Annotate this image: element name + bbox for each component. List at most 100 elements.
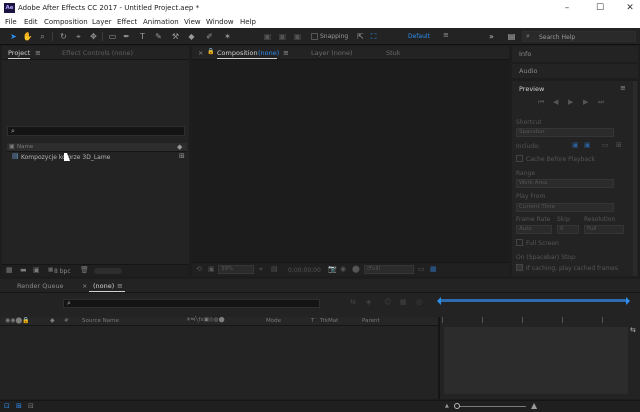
thumbnail-scroll[interactable] [94,268,122,274]
zoom-in-icon[interactable]: ▲ [531,402,537,410]
zoom-slider[interactable] [456,406,526,407]
menu-edit[interactable]: Edit [24,18,38,26]
range-dropdown[interactable]: Work Area [516,179,614,188]
frame-blending-icon[interactable]: ▦ [400,299,407,306]
grid-icon[interactable]: ▣ [208,266,215,273]
zoom-out-icon[interactable]: ▲ [445,404,449,409]
new-composition-icon[interactable]: ▣ [33,267,40,274]
include-overlays-icon[interactable]: ▭ [602,142,609,149]
play-from-dropdown[interactable]: Current Time [516,203,614,212]
snapshot-icon[interactable]: 📷 [328,266,337,273]
include-video-icon[interactable]: ▣ [572,142,579,149]
work-area-bar[interactable] [440,299,628,302]
mode-column[interactable]: Mode [266,318,281,324]
work-area-start[interactable] [437,297,441,305]
mask-visibility-icon[interactable]: ▤ [271,266,278,273]
tab-audio[interactable]: Audio [519,67,537,75]
tab-project[interactable]: Project [8,49,30,57]
close-button[interactable]: ✕ [620,1,640,15]
puppet-pin-tool-icon[interactable]: ✶ [222,31,233,42]
interpret-footage-icon[interactable]: ▦ [6,267,13,274]
roto-brush-tool-icon[interactable]: ✐ [204,31,215,42]
comp-button-icon[interactable]: ⇆ [630,327,636,334]
project-search-input[interactable]: ⌕ [7,126,185,136]
channel-icon[interactable]: ⬤ [352,266,360,273]
t-column[interactable]: T [311,318,314,324]
timeline-panel-menu-icon[interactable]: ≡ [117,282,123,290]
include-layer-controls-icon[interactable]: ⊞ [616,142,622,149]
menu-composition[interactable]: Composition [44,18,88,26]
workspace-menu-icon[interactable]: ≡ [443,31,449,39]
frame-rate-dropdown[interactable]: Auto [516,225,552,234]
region-of-interest-icon[interactable]: ▭ [418,266,425,273]
transparency-grid-icon[interactable]: ▦ [430,266,437,273]
type-tool-icon[interactable]: T [137,31,148,42]
motion-blur-icon[interactable]: ◎ [416,299,422,306]
tab-info[interactable]: Info [519,50,531,58]
zoom-dropdown[interactable]: 39% [218,265,254,274]
project-panel-menu-icon[interactable]: ≡ [35,49,41,57]
in-out-icon[interactable]: ⊟ [28,403,34,410]
local-axis-icon[interactable]: ▣ [262,31,273,42]
snapping-checkbox[interactable] [311,33,318,40]
preview-panel-menu-icon[interactable]: ≡ [620,84,626,92]
panel-layout-icon[interactable]: ▤ [506,31,517,42]
current-time-display[interactable]: 0;00;00;00 [288,267,321,274]
workspace-overflow-icon[interactable]: » [486,31,497,42]
menu-effect[interactable]: Effect [117,18,137,26]
transfer-controls-icon[interactable]: ⊞ [16,403,22,410]
tab-flowchart[interactable]: Stuk [386,49,401,57]
work-area-end[interactable] [626,297,630,305]
camera-tool-icon[interactable]: ⌖ [73,31,84,42]
snapping-option-icon[interactable]: ⇱ [355,31,366,42]
search-help-box[interactable]: ⌕ Search Help [522,31,636,42]
comp-mini-flowchart-icon[interactable]: ⇆ [350,299,356,306]
resolution-preview-dropdown[interactable]: Full [584,225,624,234]
project-item[interactable]: ▤ Kompozycje kolorze 3D_Lame ⊞ [7,153,187,162]
draft-3d-icon[interactable]: ◈ [366,299,371,306]
menu-window[interactable]: Window [206,18,234,26]
layer-switches-icon[interactable]: ⊡ [4,403,10,410]
new-folder-icon[interactable]: ▬ [20,267,27,274]
shortcut-dropdown[interactable]: Spacebar [516,128,614,137]
full-screen-checkbox[interactable] [516,239,523,246]
include-audio-icon[interactable]: ▣ [584,142,591,149]
delete-icon[interactable]: 🗑 [80,267,89,274]
menu-animation[interactable]: Animation [143,18,179,26]
bpc-label[interactable]: 8 bpc [54,268,71,275]
selection-tool-icon[interactable]: ➤ [8,31,19,42]
shy-layers-icon[interactable]: ☺ [384,299,391,306]
tab-composition[interactable]: Composition [217,49,258,57]
menu-help[interactable]: Help [240,18,256,26]
always-preview-icon[interactable]: ⟲ [196,266,202,273]
parent-column[interactable]: Parent [362,318,380,324]
next-frame-icon[interactable]: ▶ [583,99,588,106]
menu-layer[interactable]: Layer [92,18,112,26]
snap-target-icon[interactable]: ⛶ [368,31,379,42]
rectangle-tool-icon[interactable]: ▭ [107,31,118,42]
resolution-dropdown[interactable]: (Full) [364,265,414,274]
last-frame-icon[interactable]: ⏭ [598,99,604,106]
menu-file[interactable]: File [5,18,17,26]
menu-view[interactable]: View [184,18,201,26]
time-ruler[interactable] [438,309,638,325]
cache-before-checkbox[interactable] [516,155,523,162]
zoom-slider-handle[interactable] [454,403,460,409]
brush-tool-icon[interactable]: ✎ [153,31,164,42]
close-composition-icon[interactable]: × [198,49,203,57]
hand-tool-icon[interactable]: ✋ [22,31,33,42]
eraser-tool-icon[interactable]: ◆ [186,31,197,42]
tab-preview[interactable]: Preview [519,85,544,93]
caching-checkbox[interactable] [516,264,523,271]
play-icon[interactable]: ▶ [568,99,573,106]
rotation-tool-icon[interactable]: ↻ [58,31,69,42]
tab-effect-controls[interactable]: Effect Controls (none) [62,49,133,57]
preview-scrollbar[interactable] [633,81,637,276]
timeline-search-input[interactable]: ⌕ [63,299,320,308]
source-name-column[interactable]: Source Name [82,318,119,324]
previous-frame-icon[interactable]: ◀ [553,99,558,106]
clone-stamp-tool-icon[interactable]: ⚒ [170,31,181,42]
timeline-track-area[interactable] [444,327,628,394]
trkmat-column[interactable]: TrkMat [320,318,338,324]
skip-dropdown[interactable]: 0 [557,225,579,234]
